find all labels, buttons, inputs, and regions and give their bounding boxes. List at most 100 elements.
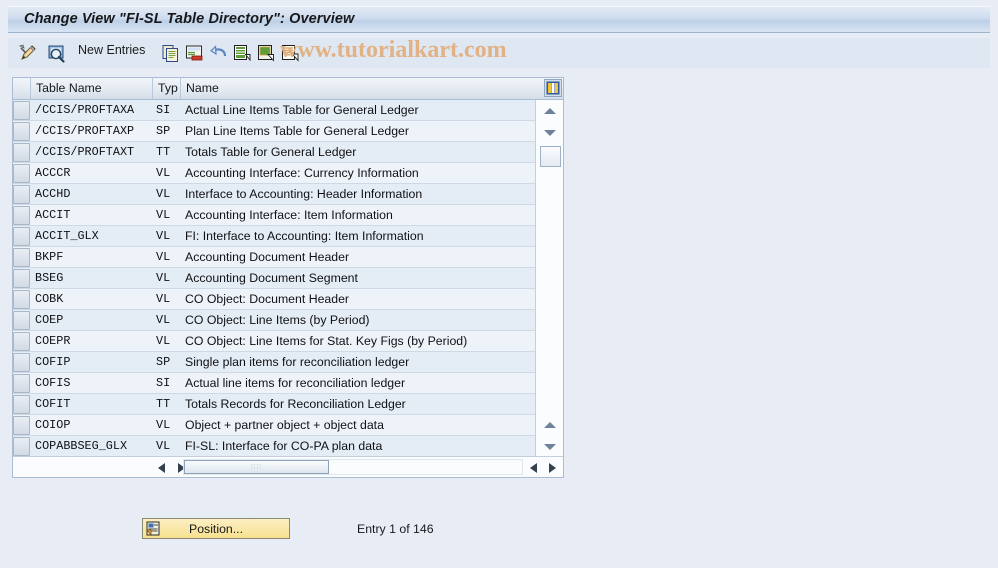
scroll-down-top-icon[interactable] bbox=[539, 124, 561, 141]
cell-typ[interactable]: SP bbox=[156, 121, 182, 141]
cell-table-name[interactable]: COEPR bbox=[35, 331, 153, 351]
cell-typ[interactable]: SI bbox=[156, 100, 182, 120]
row-select-button[interactable] bbox=[13, 121, 30, 141]
cell-typ[interactable]: VL bbox=[156, 184, 182, 204]
table-row[interactable]: COFIP SP Single plan items for reconciliat… bbox=[13, 352, 536, 373]
table-row[interactable]: /CCIS/PROFTAXT TT Totals Table for General… bbox=[13, 142, 536, 163]
undo-arrow-icon[interactable] bbox=[206, 42, 230, 64]
cell-name[interactable]: Accounting Document Header bbox=[185, 247, 533, 267]
cell-typ[interactable]: VL bbox=[156, 268, 182, 288]
cell-table-name[interactable]: COIOP bbox=[35, 415, 153, 435]
row-select-button[interactable] bbox=[13, 436, 30, 456]
cell-typ[interactable]: VL bbox=[156, 415, 182, 435]
table-row[interactable]: /CCIS/PROFTAXP SP Plan Line Items Table fo… bbox=[13, 121, 536, 142]
horizontal-scroll-thumb[interactable]: ∷∷ bbox=[184, 460, 329, 474]
table-row[interactable]: ACCIT_GLX VL FI: Interface to Accounting: … bbox=[13, 226, 536, 247]
details-icon[interactable] bbox=[44, 42, 68, 64]
table-row[interactable]: BKPF VL Accounting Document Header bbox=[13, 247, 536, 268]
cell-typ[interactable]: VL bbox=[156, 289, 182, 309]
cell-name[interactable]: Totals Table for General Ledger bbox=[185, 142, 533, 162]
row-select-button[interactable] bbox=[13, 184, 30, 204]
row-select-button[interactable] bbox=[13, 394, 30, 414]
cell-table-name[interactable]: ACCIT_GLX bbox=[35, 226, 153, 246]
cell-name[interactable]: CO Object: Line Items (by Period) bbox=[185, 310, 533, 330]
new-entries-button[interactable]: New Entries bbox=[78, 43, 145, 57]
delete-row-icon[interactable] bbox=[182, 42, 206, 64]
row-select-button[interactable] bbox=[13, 100, 30, 120]
cell-table-name[interactable]: ACCCR bbox=[35, 163, 153, 183]
row-select-button[interactable] bbox=[13, 247, 30, 267]
row-select-button[interactable] bbox=[13, 226, 30, 246]
cell-name[interactable]: CO Object: Document Header bbox=[185, 289, 533, 309]
table-row[interactable]: COIOP VL Object + partner object + object … bbox=[13, 415, 536, 436]
cell-typ[interactable]: VL bbox=[156, 205, 182, 225]
vertical-scroll-thumb[interactable] bbox=[540, 146, 561, 167]
row-select-button[interactable] bbox=[13, 310, 30, 330]
cell-typ[interactable]: TT bbox=[156, 394, 182, 414]
row-select-button[interactable] bbox=[13, 415, 30, 435]
copy-icon[interactable] bbox=[158, 42, 182, 64]
row-select-button[interactable] bbox=[13, 163, 30, 183]
cell-typ[interactable]: SP bbox=[156, 352, 182, 372]
cell-name[interactable]: Actual line items for reconciliation led… bbox=[185, 373, 533, 393]
cell-name[interactable]: Totals Records for Reconciliation Ledger bbox=[185, 394, 533, 414]
scroll-left-end-icon[interactable] bbox=[525, 459, 542, 476]
cell-name[interactable]: Interface to Accounting: Header Informat… bbox=[185, 184, 533, 204]
cell-table-name[interactable]: /CCIS/PROFTAXP bbox=[35, 121, 153, 141]
horizontal-scrollbar[interactable]: ∷∷ bbox=[13, 456, 563, 477]
cell-table-name[interactable]: COFIT bbox=[35, 394, 153, 414]
cell-table-name[interactable]: COPABBSEG_GLX bbox=[35, 436, 153, 456]
table-row[interactable]: COEP VL CO Object: Line Items (by Period) bbox=[13, 310, 536, 331]
table-row[interactable]: ACCIT VL Accounting Interface: Item Inform… bbox=[13, 205, 536, 226]
cell-typ[interactable]: TT bbox=[156, 142, 182, 162]
cell-table-name[interactable]: /CCIS/PROFTAXT bbox=[35, 142, 153, 162]
cell-typ[interactable]: VL bbox=[156, 226, 182, 246]
cell-typ[interactable]: VL bbox=[156, 247, 182, 267]
cell-typ[interactable]: VL bbox=[156, 436, 182, 456]
table-row[interactable]: COFIT TT Totals Records for Reconciliation… bbox=[13, 394, 536, 415]
scroll-up-bottom-icon[interactable] bbox=[539, 416, 561, 433]
position-button[interactable]: Position... bbox=[142, 518, 290, 539]
cell-table-name[interactable]: COEP bbox=[35, 310, 153, 330]
row-select-button[interactable] bbox=[13, 205, 30, 225]
cell-name[interactable]: Accounting Document Segment bbox=[185, 268, 533, 288]
vertical-scrollbar[interactable] bbox=[535, 100, 563, 457]
select-all-icon[interactable] bbox=[230, 42, 254, 64]
table-row[interactable]: BSEG VL Accounting Document Segment bbox=[13, 268, 536, 289]
column-header-select[interactable] bbox=[13, 78, 31, 99]
column-header-typ[interactable]: Typ bbox=[153, 78, 181, 99]
table-row[interactable]: ACCHD VL Interface to Accounting: Header I… bbox=[13, 184, 536, 205]
display-change-icon[interactable] bbox=[16, 42, 40, 64]
table-row[interactable]: COBK VL CO Object: Document Header bbox=[13, 289, 536, 310]
row-select-button[interactable] bbox=[13, 268, 30, 288]
deselect-all-icon[interactable] bbox=[254, 42, 278, 64]
column-header-table-name[interactable]: Table Name bbox=[31, 78, 153, 99]
row-select-button[interactable] bbox=[13, 289, 30, 309]
cell-table-name[interactable]: /CCIS/PROFTAXA bbox=[35, 100, 153, 120]
scroll-down-bottom-icon[interactable] bbox=[539, 438, 561, 455]
table-row[interactable]: COEPR VL CO Object: Line Items for Stat. K… bbox=[13, 331, 536, 352]
row-select-button[interactable] bbox=[13, 331, 30, 351]
cell-table-name[interactable]: ACCIT bbox=[35, 205, 153, 225]
cell-name[interactable]: FI-SL: Interface for CO-PA plan data bbox=[185, 436, 533, 456]
cell-table-name[interactable]: COFIS bbox=[35, 373, 153, 393]
cell-name[interactable]: Single plan items for reconciliation led… bbox=[185, 352, 533, 372]
cell-name[interactable]: FI: Interface to Accounting: Item Inform… bbox=[185, 226, 533, 246]
cell-table-name[interactable]: ACCHD bbox=[35, 184, 153, 204]
horizontal-scroll-track[interactable]: ∷∷ bbox=[183, 459, 523, 475]
cell-name[interactable]: Plan Line Items Table for General Ledger bbox=[185, 121, 533, 141]
cell-typ[interactable]: VL bbox=[156, 331, 182, 351]
cell-table-name[interactable]: COFIP bbox=[35, 352, 153, 372]
table-row[interactable]: COFIS SI Actual line items for reconciliat… bbox=[13, 373, 536, 394]
scroll-right-end-icon[interactable] bbox=[544, 459, 561, 476]
column-header-name[interactable]: Name bbox=[181, 78, 536, 99]
scroll-up-top-icon[interactable] bbox=[539, 102, 561, 119]
table-row[interactable]: /CCIS/PROFTAXA SI Actual Line Items Table … bbox=[13, 100, 536, 121]
cell-typ[interactable]: VL bbox=[156, 310, 182, 330]
row-select-button[interactable] bbox=[13, 352, 30, 372]
table-row[interactable]: COPABBSEG_GLX VL FI-SL: Interface for CO-P… bbox=[13, 436, 536, 457]
cell-name[interactable]: Accounting Interface: Currency Informati… bbox=[185, 163, 533, 183]
cell-table-name[interactable]: BSEG bbox=[35, 268, 153, 288]
cell-name[interactable]: Object + partner object + object data bbox=[185, 415, 533, 435]
cell-table-name[interactable]: COBK bbox=[35, 289, 153, 309]
